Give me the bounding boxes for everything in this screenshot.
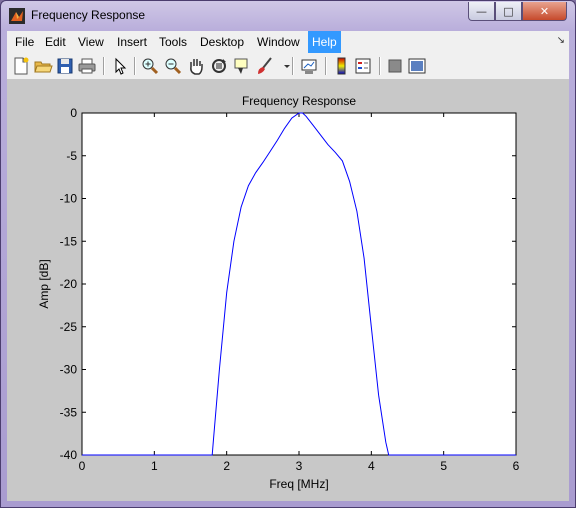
- new-figure-icon[interactable]: [11, 56, 31, 76]
- dock-arrow-icon[interactable]: ↘: [557, 35, 565, 46]
- x-tick-label: 5: [440, 459, 447, 473]
- data-cursor-icon[interactable]: [232, 56, 252, 76]
- x-tick-label: 2: [223, 459, 230, 473]
- toolbar-separator: [379, 57, 381, 75]
- toolbar-separator: [325, 57, 327, 75]
- figure-window: Frequency Response — □ ✕ File Edit View …: [0, 0, 576, 508]
- x-tick-label: 3: [296, 459, 303, 473]
- save-icon[interactable]: [55, 56, 75, 76]
- menu-file[interactable]: File: [11, 31, 38, 53]
- y-tick-label: -30: [60, 363, 78, 377]
- menu-insert[interactable]: Insert: [113, 31, 151, 53]
- y-tick-label: -10: [60, 192, 78, 206]
- show-plot-tools-icon[interactable]: [407, 56, 427, 76]
- menu-edit[interactable]: Edit: [41, 31, 70, 53]
- rotate-3d-icon[interactable]: [209, 56, 229, 76]
- y-tick-label: -25: [60, 320, 78, 334]
- y-tick-label: -40: [60, 448, 78, 462]
- window-title: Frequency Response: [31, 8, 146, 22]
- close-icon: ✕: [539, 4, 550, 18]
- close-button[interactable]: ✕: [522, 2, 567, 21]
- title-bar[interactable]: Frequency Response — □ ✕: [1, 1, 575, 31]
- legend-icon[interactable]: [353, 56, 373, 76]
- y-axis-label: Amp [dB]: [37, 259, 51, 308]
- pointer-icon[interactable]: [110, 56, 130, 76]
- brush-icon[interactable]: [255, 56, 275, 76]
- x-tick-label: 0: [79, 459, 86, 473]
- figure-toolbar: [7, 53, 569, 80]
- open-file-icon[interactable]: [33, 56, 53, 76]
- pan-hand-icon[interactable]: [186, 56, 206, 76]
- x-axis-label: Freq [MHz]: [269, 477, 328, 491]
- axes-area[interactable]: [81, 112, 517, 456]
- menu-view[interactable]: View: [74, 31, 108, 53]
- brush-dropdown-icon[interactable]: [277, 56, 290, 76]
- hide-plot-tools-icon[interactable]: [385, 56, 405, 76]
- maximize-icon: □: [503, 4, 514, 18]
- y-tick-label: -5: [66, 149, 77, 163]
- figure-canvas: 0 1 2 3 4 5 6 0 -5 -10 -15 -20 -25 -30 -35 -40 Frequenc…: [7, 80, 569, 501]
- menu-desktop[interactable]: Desktop: [196, 31, 248, 53]
- toolbar-separator: [134, 57, 136, 75]
- link-plot-icon[interactable]: [299, 56, 319, 76]
- y-tick-label: -35: [60, 405, 78, 419]
- chart-title: Frequency Response: [242, 94, 356, 108]
- frequency-response-plot[interactable]: 0 1 2 3 4 5 6 0 -5 -10 -15 -20 -25 -30 -35 -40 Frequenc…: [7, 80, 569, 501]
- x-tick-label: 4: [368, 459, 375, 473]
- y-tick-label: -20: [60, 277, 78, 291]
- x-tick-label: 6: [513, 459, 520, 473]
- menu-help[interactable]: Help: [308, 31, 341, 53]
- print-icon[interactable]: [77, 56, 97, 76]
- matlab-logo-icon: [9, 8, 25, 24]
- toolbar-separator: [103, 57, 105, 75]
- minimize-icon: —: [476, 4, 487, 18]
- menu-tools[interactable]: Tools: [155, 31, 191, 53]
- menu-bar: File Edit View Insert Tools Desktop Wind…: [7, 31, 569, 54]
- zoom-out-icon[interactable]: [163, 56, 183, 76]
- maximize-button[interactable]: □: [495, 2, 522, 21]
- colorbar-icon[interactable]: [331, 56, 351, 76]
- zoom-in-icon[interactable]: [140, 56, 160, 76]
- y-tick-label: -15: [60, 234, 78, 248]
- menu-window[interactable]: Window: [253, 31, 304, 53]
- x-tick-label: 1: [151, 459, 158, 473]
- y-tick-label: 0: [70, 106, 77, 120]
- minimize-button[interactable]: —: [468, 2, 495, 21]
- toolbar-separator: [292, 57, 294, 75]
